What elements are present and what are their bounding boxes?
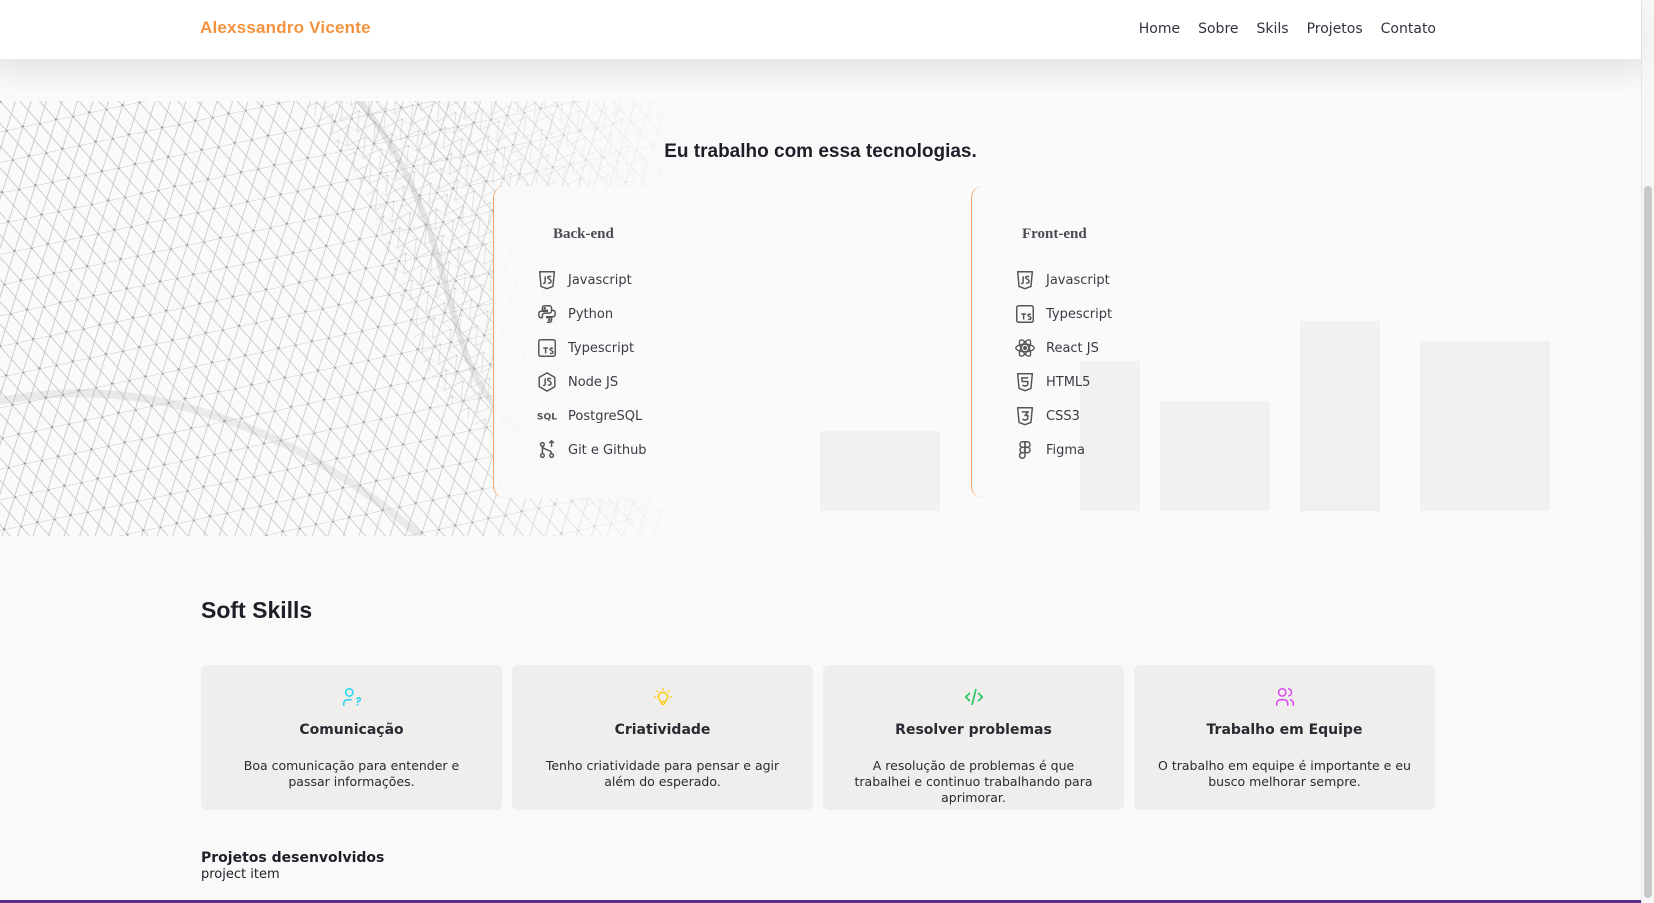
soft-skill-description: Tenho criatividade para pensar e agir al… [545, 758, 780, 789]
nav-link-projetos[interactable]: Projetos [1307, 21, 1363, 37]
javascript-icon [536, 269, 558, 291]
list-item: Git e Github [536, 433, 647, 467]
react-icon [1014, 337, 1036, 359]
top-navbar: Alexssandro Vicente Home Sobre Skils Pro… [0, 0, 1641, 59]
bulb-icon [512, 686, 813, 710]
typescript-icon [1014, 303, 1036, 325]
javascript-icon [1014, 269, 1036, 291]
scrollbar-thumb[interactable] [1644, 186, 1652, 898]
list-item: Javascript [1014, 263, 1112, 297]
technologies-title: Eu trabalho com essa tecnologias. [664, 141, 977, 162]
soft-skill-name: Criatividade [614, 722, 711, 738]
list-item: Node JS [536, 365, 647, 399]
list-item: Figma [1014, 433, 1112, 467]
soft-skill-description: Boa comunicação para entender e passar i… [243, 758, 460, 789]
soft-skill-description: A resolução de problemas é que trabalhei… [854, 758, 1093, 805]
tech-label: React JS [1046, 340, 1099, 356]
list-item: SQL PostgreSQL [536, 399, 647, 433]
list-item: React JS [1014, 331, 1112, 365]
tech-label: Typescript [568, 340, 635, 356]
typescript-icon [536, 337, 558, 359]
list-item: Typescript [536, 331, 647, 365]
project-item[interactable]: project item [201, 867, 280, 882]
list-item: Python [536, 297, 647, 331]
soft-skills-title: Soft Skills [201, 597, 313, 623]
css3-icon [1014, 405, 1036, 427]
user-question-icon [201, 686, 502, 710]
soft-skill-card-comunicacao: Comunicação Boa comunicação para entende… [201, 665, 502, 810]
soft-skill-name: Trabalho em Equipe [1206, 722, 1363, 738]
brand-logo[interactable]: Alexssandro Vicente [200, 18, 371, 38]
tech-label: Javascript [1046, 272, 1110, 288]
list-item: HTML5 [1014, 365, 1112, 399]
soft-skills-cards: Comunicação Boa comunicação para entende… [201, 665, 1435, 810]
nav-link-contato[interactable]: Contato [1381, 21, 1436, 37]
backend-tech-list: Javascript Python Typescript Node JS SQL… [536, 263, 647, 467]
scrollbar-track[interactable] [1641, 0, 1654, 903]
svg-text:SQL: SQL [537, 412, 557, 423]
frontend-card: Front-end Javascript Typescript React JS [971, 186, 1151, 498]
network-mesh-background [0, 101, 1550, 536]
nav-link-skills[interactable]: Skils [1257, 21, 1289, 37]
nav-link-sobre[interactable]: Sobre [1198, 21, 1238, 37]
tech-label: HTML5 [1046, 374, 1091, 390]
tech-label: Typescript [1046, 306, 1113, 322]
users-icon [1134, 686, 1435, 710]
figma-icon [1014, 439, 1036, 461]
soft-skill-card-criatividade: Criatividade Tenho criatividade para pen… [512, 665, 813, 810]
git-branch-icon [536, 439, 558, 461]
code-icon [823, 686, 1124, 710]
backend-card: Back-end Javascript Python Typescript No… [493, 186, 679, 498]
tech-label: PostgreSQL [568, 408, 643, 424]
nav-link-home[interactable]: Home [1139, 21, 1180, 37]
soft-skill-card-resolver-problemas: Resolver problemas A resolução de proble… [823, 665, 1124, 810]
list-item: Javascript [536, 263, 647, 297]
soft-skill-card-trabalho-em-equipe: Trabalho em Equipe O trabalho em equipe … [1134, 665, 1435, 810]
projects-title: Projetos desenvolvidos [201, 850, 385, 866]
soft-skill-name: Resolver problemas [895, 722, 1052, 738]
tech-label: Javascript [568, 272, 632, 288]
tech-label: Python [568, 306, 614, 322]
tech-label: Figma [1046, 442, 1086, 458]
tech-label: Git e Github [568, 442, 647, 458]
frontend-heading: Front-end [1022, 226, 1087, 242]
navbar-shadow [0, 59, 1641, 101]
tech-label: CSS3 [1046, 408, 1080, 424]
nodejs-icon [536, 371, 558, 393]
frontend-tech-list: Javascript Typescript React JS HTML5 CSS… [1014, 263, 1112, 467]
tech-label: Node JS [568, 374, 619, 390]
list-item: Typescript [1014, 297, 1112, 331]
nav-links: Home Sobre Skils Projetos Contato [1139, 21, 1436, 37]
sql-icon: SQL [536, 405, 558, 427]
list-item: CSS3 [1014, 399, 1112, 433]
html5-icon [1014, 371, 1036, 393]
technologies-section: Eu trabalho com essa tecnologias. Back-e… [0, 101, 1641, 536]
soft-skill-name: Comunicação [299, 722, 404, 738]
soft-skill-description: O trabalho em equipe é importante e eu b… [1158, 758, 1411, 789]
python-icon [536, 303, 558, 325]
backend-heading: Back-end [553, 226, 614, 242]
